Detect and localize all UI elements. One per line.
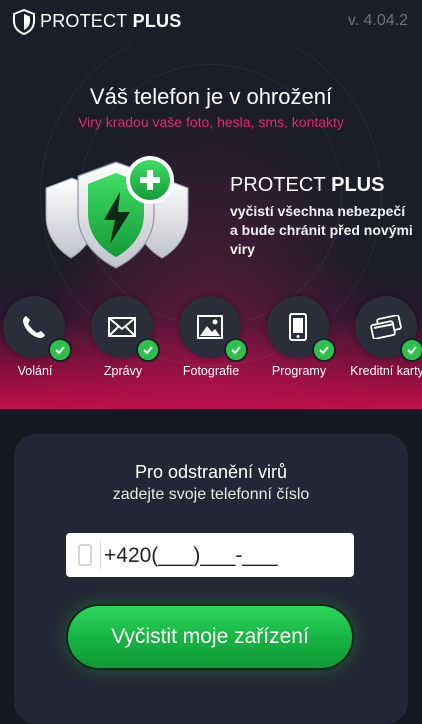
brand-name: PROTECT PLUS: [40, 11, 181, 32]
product-description: vyčistí všechna nebezpečí a bude chránit…: [230, 203, 413, 257]
feature-credit-cards: Kreditní karty: [342, 296, 422, 386]
smartphone-icon: [289, 313, 307, 341]
shield-logo-icon: [13, 9, 35, 35]
hero-section: Váš telefon je v ohrožení Viry kradou va…: [0, 44, 422, 409]
check-icon: [48, 338, 72, 362]
feature-label: Volání: [17, 364, 53, 378]
product-title: PROTECT PLUS: [230, 174, 384, 197]
top-bar: PROTECT PLUS v. 4.04.2: [0, 0, 422, 45]
clean-device-button[interactable]: Vyčistit moje zařízení: [68, 606, 352, 668]
check-icon: [400, 338, 422, 362]
check-icon: [224, 338, 248, 362]
hero-title: Váš telefon je v ohrožení: [89, 84, 333, 109]
phone-field[interactable]: [66, 533, 354, 577]
check-icon: [136, 338, 160, 362]
feature-label: Zprávy: [103, 364, 143, 378]
field-separator: [100, 541, 101, 569]
phone-device-icon: [78, 544, 92, 566]
credit-card-icon: [370, 315, 402, 339]
feature-calls: Volání: [0, 296, 80, 386]
feature-label: Programy: [271, 364, 327, 378]
phone-input[interactable]: [102, 539, 346, 573]
phone-form-card: Pro odstranění virů zadejte svoje telefo…: [14, 434, 408, 724]
envelope-icon: [108, 317, 136, 337]
version-label: v. 4.04.2: [347, 12, 408, 29]
feature-label: Kreditní karty: [350, 364, 422, 378]
photo-icon: [197, 315, 223, 339]
brand-part2: PLUS: [127, 11, 182, 31]
shields-plus-icon: [45, 156, 189, 269]
brand-part1: PROTECT: [40, 11, 128, 31]
features-row: Volání Zprávy Fotografie Programy Kredit…: [0, 296, 422, 386]
feature-label: Fotografie: [182, 364, 240, 378]
feature-photos: Fotografie: [166, 296, 256, 386]
form-title: Pro odstranění virů: [134, 462, 288, 482]
feature-programs: Programy: [254, 296, 344, 386]
hero-subtitle: Viry kradou vaše foto, hesla, sms, konta…: [78, 114, 344, 130]
phone-handset-icon: [23, 316, 45, 338]
product-part2: PLUS: [325, 174, 385, 196]
check-icon: [312, 338, 336, 362]
product-part1: PROTECT: [230, 174, 326, 196]
form-subtitle: zadejte svoje telefonní číslo: [112, 486, 310, 503]
feature-messages: Zprávy: [78, 296, 168, 386]
